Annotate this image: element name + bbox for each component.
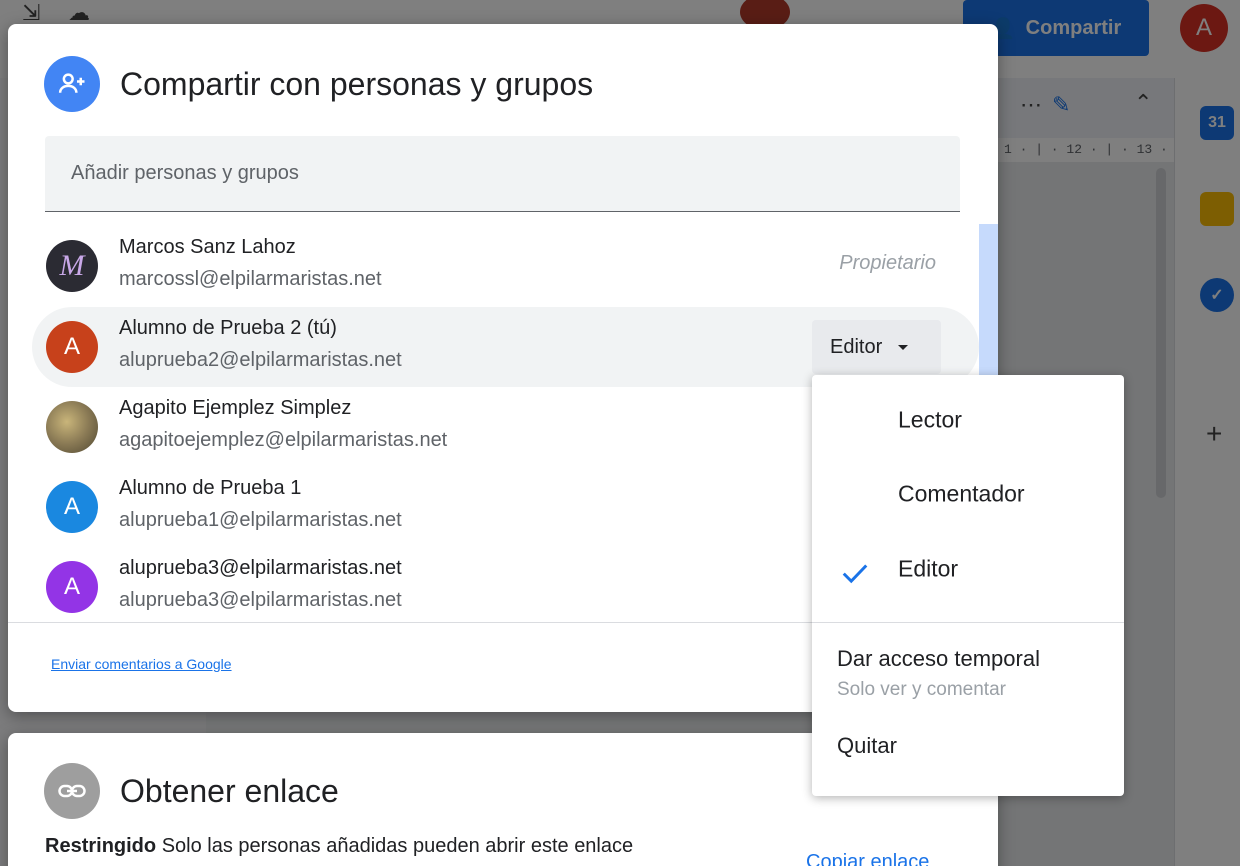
person-email: aluprueba1@elpilarmaristas.net xyxy=(119,509,402,531)
link-header: Obtener enlace xyxy=(44,763,339,819)
check-icon xyxy=(842,564,868,584)
add-people-input[interactable] xyxy=(45,136,960,212)
temporary-access-sublabel: Solo ver y comentar xyxy=(837,679,1006,700)
restriction-label[interactable]: Restringido xyxy=(45,835,156,857)
link-icon xyxy=(44,763,100,819)
person-name: Alumno de Prueba 2 (tú) xyxy=(119,317,337,339)
link-card-title: Obtener enlace xyxy=(120,772,339,809)
person-email: aluprueba2@elpilarmaristas.net xyxy=(119,349,402,371)
person-row: M Marcos Sanz Lahoz marcossl@elpilarmari… xyxy=(32,226,979,306)
menu-item-editor[interactable]: Editor xyxy=(812,536,1124,610)
owner-label: Propietario xyxy=(839,252,936,274)
avatar: A xyxy=(46,481,98,533)
person-name: aluprueba3@elpilarmaristas.net xyxy=(119,557,402,579)
copy-link-button[interactable]: Copiar enlace xyxy=(806,851,929,866)
avatar: A xyxy=(46,561,98,613)
person-name: Alumno de Prueba 1 xyxy=(119,477,302,499)
caret-down-icon xyxy=(898,344,909,350)
menu-item-lector[interactable]: Lector xyxy=(812,387,1124,461)
role-dropdown-label: Editor xyxy=(830,335,883,358)
person-add-icon xyxy=(44,56,100,112)
menu-item-label: Comentador xyxy=(898,480,1025,507)
menu-item-remove[interactable]: Quitar xyxy=(812,715,1124,775)
avatar: A xyxy=(46,321,98,373)
dialog-title: Compartir con personas y grupos xyxy=(120,65,594,102)
link-restriction: Restringido Solo las personas añadidas p… xyxy=(45,835,633,858)
menu-item-temporary-access[interactable]: Dar acceso temporal Solo ver y comentar xyxy=(812,633,1124,707)
person-name: Agapito Ejemplez Simplez xyxy=(119,397,352,419)
person-name: Marcos Sanz Lahoz xyxy=(119,236,296,258)
role-menu: Lector Comentador Editor Dar acceso temp… xyxy=(812,375,1124,796)
person-email: marcossl@elpilarmaristas.net xyxy=(119,268,382,290)
menu-divider xyxy=(812,622,1124,623)
person-email: aluprueba3@elpilarmaristas.net xyxy=(119,589,402,611)
person-email: agapitoejemplez@elpilarmaristas.net xyxy=(119,429,448,451)
restriction-desc: Solo las personas añadidas pueden abrir … xyxy=(161,835,634,857)
remove-label: Quitar xyxy=(837,733,897,758)
role-dropdown[interactable]: Editor xyxy=(812,320,941,374)
menu-item-label: Lector xyxy=(898,406,962,433)
menu-item-label: Editor xyxy=(898,555,959,582)
menu-item-comentador[interactable]: Comentador xyxy=(812,461,1124,535)
avatar xyxy=(46,401,98,453)
send-feedback-link[interactable]: Enviar comentarios a Google xyxy=(51,656,232,672)
avatar: M xyxy=(46,240,98,292)
dialog-header: Compartir con personas y grupos xyxy=(44,56,593,112)
temporary-access-label: Dar acceso temporal xyxy=(837,646,1040,671)
